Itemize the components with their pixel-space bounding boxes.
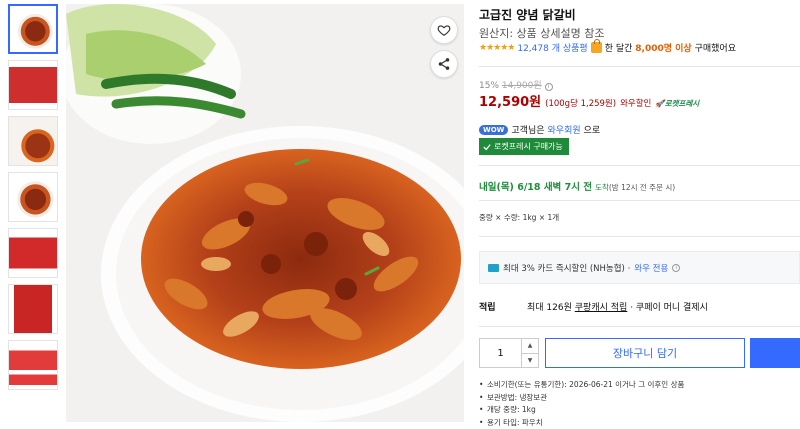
rocket-fresh-label: 로켓프레시 — [664, 99, 700, 108]
coupang-cash-link[interactable]: 쿠팡캐시 적립 — [575, 303, 628, 313]
check-icon — [483, 143, 491, 150]
rocket-fresh-badge: 🚀로켓프레시 — [655, 99, 700, 108]
coupay-text: · 쿠페이 머니 결제시 — [630, 303, 708, 313]
add-to-cart-button[interactable]: 장바구니 담기 — [545, 338, 745, 368]
thumbnail-6[interactable] — [8, 284, 58, 334]
buy-now-button[interactable] — [750, 338, 800, 368]
discount-rate: 15% — [479, 81, 500, 91]
card-offer-box[interactable]: 최대 3% 카드 즉시할인 (NH농협) · 와우 전용 i — [479, 251, 800, 284]
discount-row: 15% 14,900원 i — [479, 78, 553, 91]
delivery-arrival: 도착 — [595, 183, 609, 192]
reward-detail: 최대 126원 쿠팡캐시 적립 · 쿠페이 머니 결제시 — [527, 300, 708, 313]
divider — [479, 200, 800, 201]
rocket-fresh-buy-label: 로켓프레시 구매가능 — [494, 142, 563, 151]
rocket-fresh-buy-badge: 로켓프레시 구매가능 — [479, 138, 569, 155]
thumbnail-4[interactable] — [8, 172, 58, 222]
delivery-info: 내일(목) 6/18 새벽 7시 전 도착(밤 12시 전 주문 시) — [479, 179, 675, 193]
review-count-link[interactable]: 12,478 개 상품평 — [517, 41, 587, 54]
detail-item: 용기 타입: 파우치 — [479, 417, 684, 429]
divider — [479, 236, 800, 237]
divider — [479, 66, 800, 67]
divider — [479, 165, 800, 166]
buyers-text: 한 달간 8,000명 이상 구매했어요 — [605, 41, 736, 54]
main-product-image — [66, 4, 464, 422]
buyers-prefix: 한 달간 — [604, 44, 633, 54]
quantity-stepper[interactable]: 1 ▲ ▼ — [479, 338, 539, 368]
price-row: 12,590원 (100g당 1,259원) 와우할인 🚀로켓프레시 — [479, 91, 699, 110]
detail-item: 소비기한(또는 유통기한): 2026-06-21 이거나 그 이후인 상품 — [479, 379, 684, 392]
detail-item: 보관방법: 냉장보관 — [479, 392, 684, 405]
rating-stars: ★★★★★ — [479, 42, 515, 53]
detail-item: 개당 중량: 1kg — [479, 404, 684, 417]
reward-row: 적립 최대 126원 쿠팡캐시 적립 · 쿠페이 머니 결제시 — [479, 300, 708, 313]
membership-suffix: 으로 — [583, 126, 601, 136]
membership-row: WOW 고객님은 와우회원 으로 — [479, 123, 600, 136]
card-offer-text: 최대 3% 카드 즉시할인 (NH농협) · — [503, 263, 631, 274]
thumbnail-5[interactable] — [8, 228, 58, 278]
membership-prefix: 고객님은 — [511, 126, 545, 136]
card-icon — [488, 263, 499, 272]
divider — [479, 326, 800, 327]
quantity-value[interactable]: 1 — [480, 339, 522, 367]
info-icon[interactable]: i — [544, 83, 553, 91]
wow-badge: WOW — [479, 124, 509, 135]
heart-icon — [437, 25, 451, 36]
product-details-list: 소비기한(또는 유통기한): 2026-06-21 이거나 그 이후인 상품 보… — [479, 379, 684, 429]
buyers-count: 8,000명 이상 — [635, 44, 692, 54]
delivery-note: (밤 12시 전 주문 시) — [608, 183, 676, 192]
option-quantity-info: 중량 × 수량: 1kg × 1개 — [479, 213, 560, 222]
shopping-bag-icon — [590, 39, 602, 53]
wishlist-button[interactable] — [430, 16, 458, 44]
quantity-up-icon[interactable]: ▲ — [522, 339, 538, 354]
info-icon[interactable]: i — [672, 263, 681, 272]
wow-sale-label: 와우할인 — [620, 99, 652, 109]
quantity-down-icon[interactable]: ▼ — [522, 354, 538, 368]
delivery-date: 내일(목) 6/18 새벽 7시 전 — [479, 182, 593, 193]
share-button[interactable] — [430, 50, 458, 78]
food-photo — [66, 4, 464, 422]
product-title: 고급진 양념 닭갈비 — [479, 8, 576, 22]
reward-label: 적립 — [479, 303, 496, 313]
thumbnail-7[interactable] — [8, 340, 58, 390]
buyers-suffix: 구매했어요 — [694, 44, 736, 54]
thumbnail-3[interactable] — [8, 116, 58, 166]
thumbnail-list — [8, 4, 60, 396]
wow-only-label: 와우 전용 — [634, 263, 669, 274]
sale-price: 12,590원 — [479, 95, 542, 110]
wow-member-link[interactable]: 와우회원 — [548, 123, 581, 136]
product-origin: 원산지: 상품 상세설명 참조 — [479, 27, 605, 40]
reward-amount: 최대 126원 — [527, 303, 572, 313]
rating-row: ★★★★★ 12,478 개 상품평 한 달간 8,000명 이상 구매했어요 — [479, 39, 736, 54]
share-icon — [438, 58, 450, 70]
thumbnail-1[interactable] — [8, 4, 58, 54]
unit-price: (100g당 1,259원) — [545, 99, 617, 109]
original-price: 14,900원 — [501, 81, 542, 91]
thumbnail-2[interactable] — [8, 60, 58, 110]
quantity-arrows: ▲ ▼ — [522, 339, 538, 367]
